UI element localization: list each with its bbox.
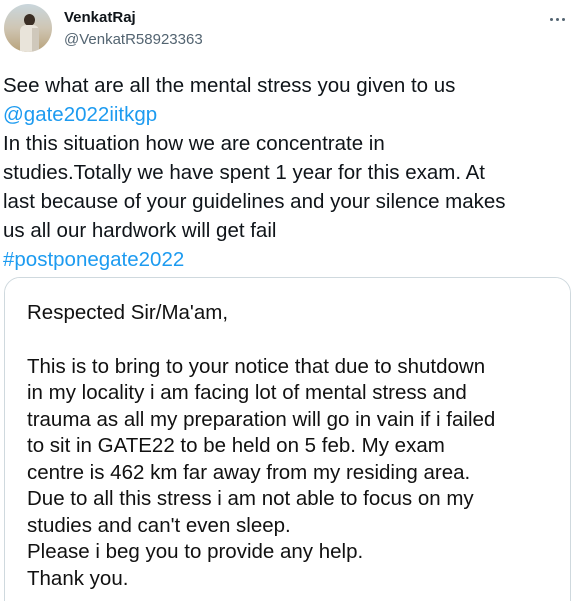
author-handle[interactable]: @VenkatR58923363 bbox=[64, 31, 203, 48]
more-horizontal-icon bbox=[549, 17, 565, 21]
letter-greeting: Respected Sir/Ma'am, bbox=[27, 301, 229, 324]
mention-link[interactable]: @gate2022iitkgp bbox=[3, 100, 575, 129]
tweet-text: See what are all the mental stress you g… bbox=[3, 71, 575, 274]
letter-line: Please i beg you to provide any help. bbox=[27, 540, 364, 563]
more-options-button[interactable] bbox=[540, 6, 574, 32]
letter-text: Respected Sir/Ma'am, This is to bring to… bbox=[27, 300, 557, 592]
letter-line: Thank you. bbox=[27, 566, 129, 590]
letter-line: studies and can't even sleep. bbox=[27, 513, 291, 537]
letter-line: centre is 462 km far away from my residi… bbox=[27, 460, 471, 484]
tweet-text-line: last because of your guidelines and your… bbox=[3, 190, 506, 213]
tweet-media-card[interactable]: Respected Sir/Ma'am, This is to bring to… bbox=[4, 277, 571, 601]
tweet-text-line: studies.Totally we have spent 1 year for… bbox=[3, 161, 485, 184]
letter-gap bbox=[27, 327, 557, 354]
hashtag-link[interactable]: #postponegate2022 bbox=[3, 245, 575, 274]
tweet-header: VenkatRaj @VenkatR58923363 bbox=[0, 0, 577, 60]
tweet-card: VenkatRaj @VenkatR58923363 See what are … bbox=[0, 0, 577, 601]
dot bbox=[555, 17, 559, 21]
letter-line: to sit in GATE22 to be held on 5 feb. My… bbox=[27, 434, 445, 457]
letter-line: This is to bring to your notice that due… bbox=[27, 354, 486, 378]
tweet-text-line: See what are all the mental stress you g… bbox=[3, 74, 456, 97]
dot bbox=[561, 17, 565, 21]
author-display-name[interactable]: VenkatRaj bbox=[64, 9, 136, 26]
attached-image[interactable]: Respected Sir/Ma'am, This is to bring to… bbox=[5, 278, 570, 601]
letter-line: trauma as all my preparation will go in … bbox=[27, 407, 496, 431]
avatar-figure-shade bbox=[32, 28, 39, 52]
tweet-text-line: In this situation how we are concentrate… bbox=[3, 132, 385, 155]
tweet-text-line: us all our hardwork will get fail bbox=[3, 219, 277, 242]
avatar[interactable] bbox=[4, 4, 52, 52]
letter-line: in my locality i am facing lot of mental… bbox=[27, 381, 467, 404]
letter-line: Due to all this stress i am not able to … bbox=[27, 487, 474, 510]
dot bbox=[549, 17, 553, 21]
